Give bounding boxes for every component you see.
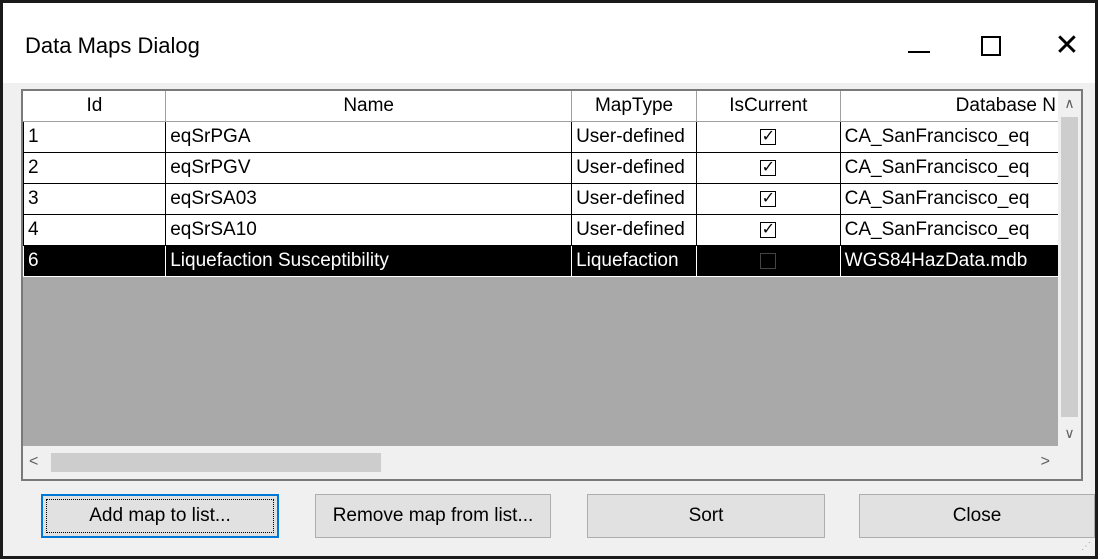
chevron-right-icon[interactable]: > bbox=[1041, 453, 1050, 471]
checked-checkbox-icon[interactable]: ✓ bbox=[760, 160, 777, 176]
horizontal-scrollbar[interactable]: < > bbox=[23, 446, 1060, 479]
table-row[interactable]: 1 eqSrPGA User-defined ✓ CA_SanFrancisco_eq bbox=[23, 121, 1060, 153]
column-header-maptype[interactable]: MapType bbox=[571, 91, 698, 122]
cell-database[interactable]: CA_SanFrancisco_eq bbox=[839, 214, 1060, 246]
cell-maptype[interactable]: User-defined bbox=[571, 152, 698, 184]
cell-iscurrent[interactable]: ✓ bbox=[696, 183, 841, 215]
cell-iscurrent[interactable]: ✓ bbox=[696, 152, 841, 184]
table-row[interactable]: 2 eqSrPGV User-defined ✓ CA_SanFrancisco_eq bbox=[23, 152, 1060, 184]
cell-iscurrent[interactable]: ✓ bbox=[696, 121, 841, 153]
checked-checkbox-icon[interactable]: ✓ bbox=[760, 222, 777, 238]
scrollbar-corner bbox=[1058, 446, 1081, 479]
cell-name[interactable]: eqSrPGV bbox=[165, 152, 573, 184]
close-window-button[interactable]: ✕ bbox=[1036, 21, 1098, 71]
checked-checkbox-icon[interactable]: ✓ bbox=[760, 191, 777, 207]
column-header-database[interactable]: Database N bbox=[840, 91, 1060, 122]
minimize-button[interactable] bbox=[888, 21, 950, 71]
cell-iscurrent[interactable]: ✓ bbox=[696, 214, 841, 246]
cell-database[interactable]: CA_SanFrancisco_eq bbox=[839, 152, 1060, 184]
sort-button[interactable]: Sort bbox=[587, 494, 825, 538]
column-header-name[interactable]: Name bbox=[165, 91, 573, 122]
cell-id[interactable]: 1 bbox=[23, 121, 167, 153]
column-header-id[interactable]: Id bbox=[23, 91, 167, 122]
table-row[interactable]: 4 eqSrSA10 User-defined ✓ CA_SanFrancisco_eq bbox=[23, 214, 1060, 246]
data-maps-dialog: Data Maps Dialog ✕ Id Name MapType IsCur… bbox=[0, 0, 1098, 559]
minimize-icon bbox=[908, 51, 930, 53]
header-row: Id Name MapType IsCurrent Database N bbox=[23, 91, 1060, 122]
vertical-scrollbar[interactable]: ∧ ∨ bbox=[1058, 91, 1081, 446]
unchecked-checkbox-icon[interactable] bbox=[760, 253, 777, 269]
close-button[interactable]: Close bbox=[859, 494, 1095, 538]
close-icon: ✕ bbox=[1054, 29, 1080, 62]
remove-map-button[interactable]: Remove map from list... bbox=[315, 494, 551, 538]
cell-id[interactable]: 4 bbox=[23, 214, 167, 246]
data-maps-grid[interactable]: Id Name MapType IsCurrent Database N 1 eq… bbox=[21, 89, 1083, 481]
cell-id[interactable]: 2 bbox=[23, 152, 167, 184]
add-map-button[interactable]: Add map to list... bbox=[41, 494, 279, 538]
chevron-up-icon[interactable]: ∧ bbox=[1058, 95, 1081, 112]
vertical-scroll-thumb[interactable] bbox=[1061, 117, 1078, 417]
maximize-icon bbox=[981, 36, 1001, 56]
cell-database[interactable]: WGS84HazData.mdb bbox=[839, 245, 1060, 277]
cell-name[interactable]: eqSrPGA bbox=[165, 121, 573, 153]
cell-iscurrent[interactable] bbox=[696, 245, 841, 277]
resize-grip-icon[interactable]: ⋰ bbox=[1081, 541, 1091, 552]
cell-maptype[interactable]: User-defined bbox=[571, 214, 698, 246]
chevron-left-icon[interactable]: < bbox=[29, 453, 38, 471]
cell-maptype[interactable]: Liquefaction bbox=[571, 245, 698, 277]
cell-database[interactable]: CA_SanFrancisco_eq bbox=[839, 121, 1060, 153]
checked-checkbox-icon[interactable]: ✓ bbox=[760, 129, 777, 145]
cell-name[interactable]: eqSrSA03 bbox=[165, 183, 573, 215]
horizontal-scroll-thumb[interactable] bbox=[51, 453, 381, 472]
table-row[interactable]: 3 eqSrSA03 User-defined ✓ CA_SanFrancisco_eq bbox=[23, 183, 1060, 215]
cell-database[interactable]: CA_SanFrancisco_eq bbox=[839, 183, 1060, 215]
chevron-down-icon[interactable]: ∨ bbox=[1058, 425, 1081, 442]
cell-id[interactable]: 3 bbox=[23, 183, 167, 215]
column-header-iscurrent[interactable]: IsCurrent bbox=[696, 91, 841, 122]
cell-name[interactable]: Liquefaction Susceptibility bbox=[165, 245, 573, 277]
maximize-button[interactable] bbox=[960, 21, 1022, 71]
maps-table: Id Name MapType IsCurrent Database N 1 eq… bbox=[23, 91, 1060, 277]
cell-maptype[interactable]: User-defined bbox=[571, 183, 698, 215]
table-row[interactable]: 6 Liquefaction Susceptibility Liquefaction… bbox=[23, 245, 1060, 277]
cell-id[interactable]: 6 bbox=[23, 245, 167, 277]
cell-maptype[interactable]: User-defined bbox=[571, 121, 698, 153]
window-title: Data Maps Dialog bbox=[25, 33, 200, 58]
title-bar[interactable]: Data Maps Dialog ✕ bbox=[3, 3, 1095, 83]
cell-name[interactable]: eqSrSA10 bbox=[165, 214, 573, 246]
